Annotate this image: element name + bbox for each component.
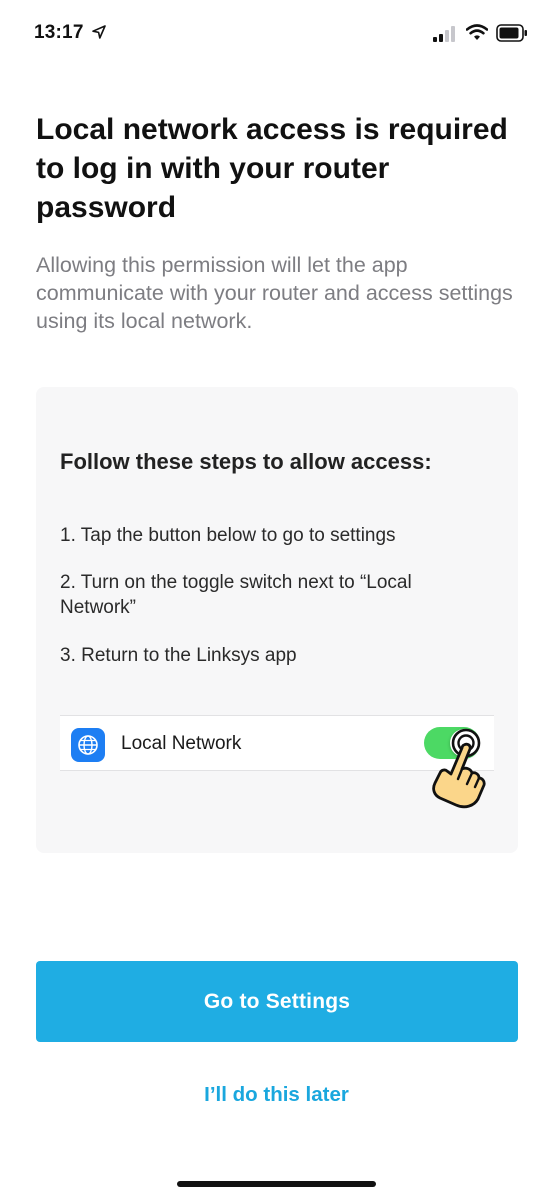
instructions-card: Follow these steps to allow access: 1. T… [36, 387, 518, 853]
battery-icon [496, 24, 527, 42]
location-arrow-icon [92, 25, 106, 39]
step-item: 2. Turn on the toggle switch next to “Lo… [60, 572, 412, 618]
page-title: Local network access is required to log … [36, 113, 508, 224]
home-indicator[interactable] [177, 1181, 376, 1187]
steps-heading: Follow these steps to allow access: [60, 449, 432, 474]
step-item: 3. Return to the Linksys app [60, 645, 297, 666]
status-time: 13:17 [34, 22, 84, 43]
go-to-settings-button[interactable]: Go to Settings [36, 961, 518, 1042]
cellular-signal-icon [433, 26, 455, 42]
setting-label: Local Network [121, 733, 242, 754]
globe-icon [71, 728, 105, 762]
wifi-icon [466, 24, 488, 40]
status-bar: 13:17 [0, 0, 553, 66]
page-subtitle: Allowing this permission will let the ap… [36, 253, 513, 333]
step-item: 1. Tap the button below to go to setting… [60, 525, 396, 546]
tap-hand-icon [432, 728, 486, 809]
do-this-later-link[interactable]: I’ll do this later [0, 1083, 553, 1107]
